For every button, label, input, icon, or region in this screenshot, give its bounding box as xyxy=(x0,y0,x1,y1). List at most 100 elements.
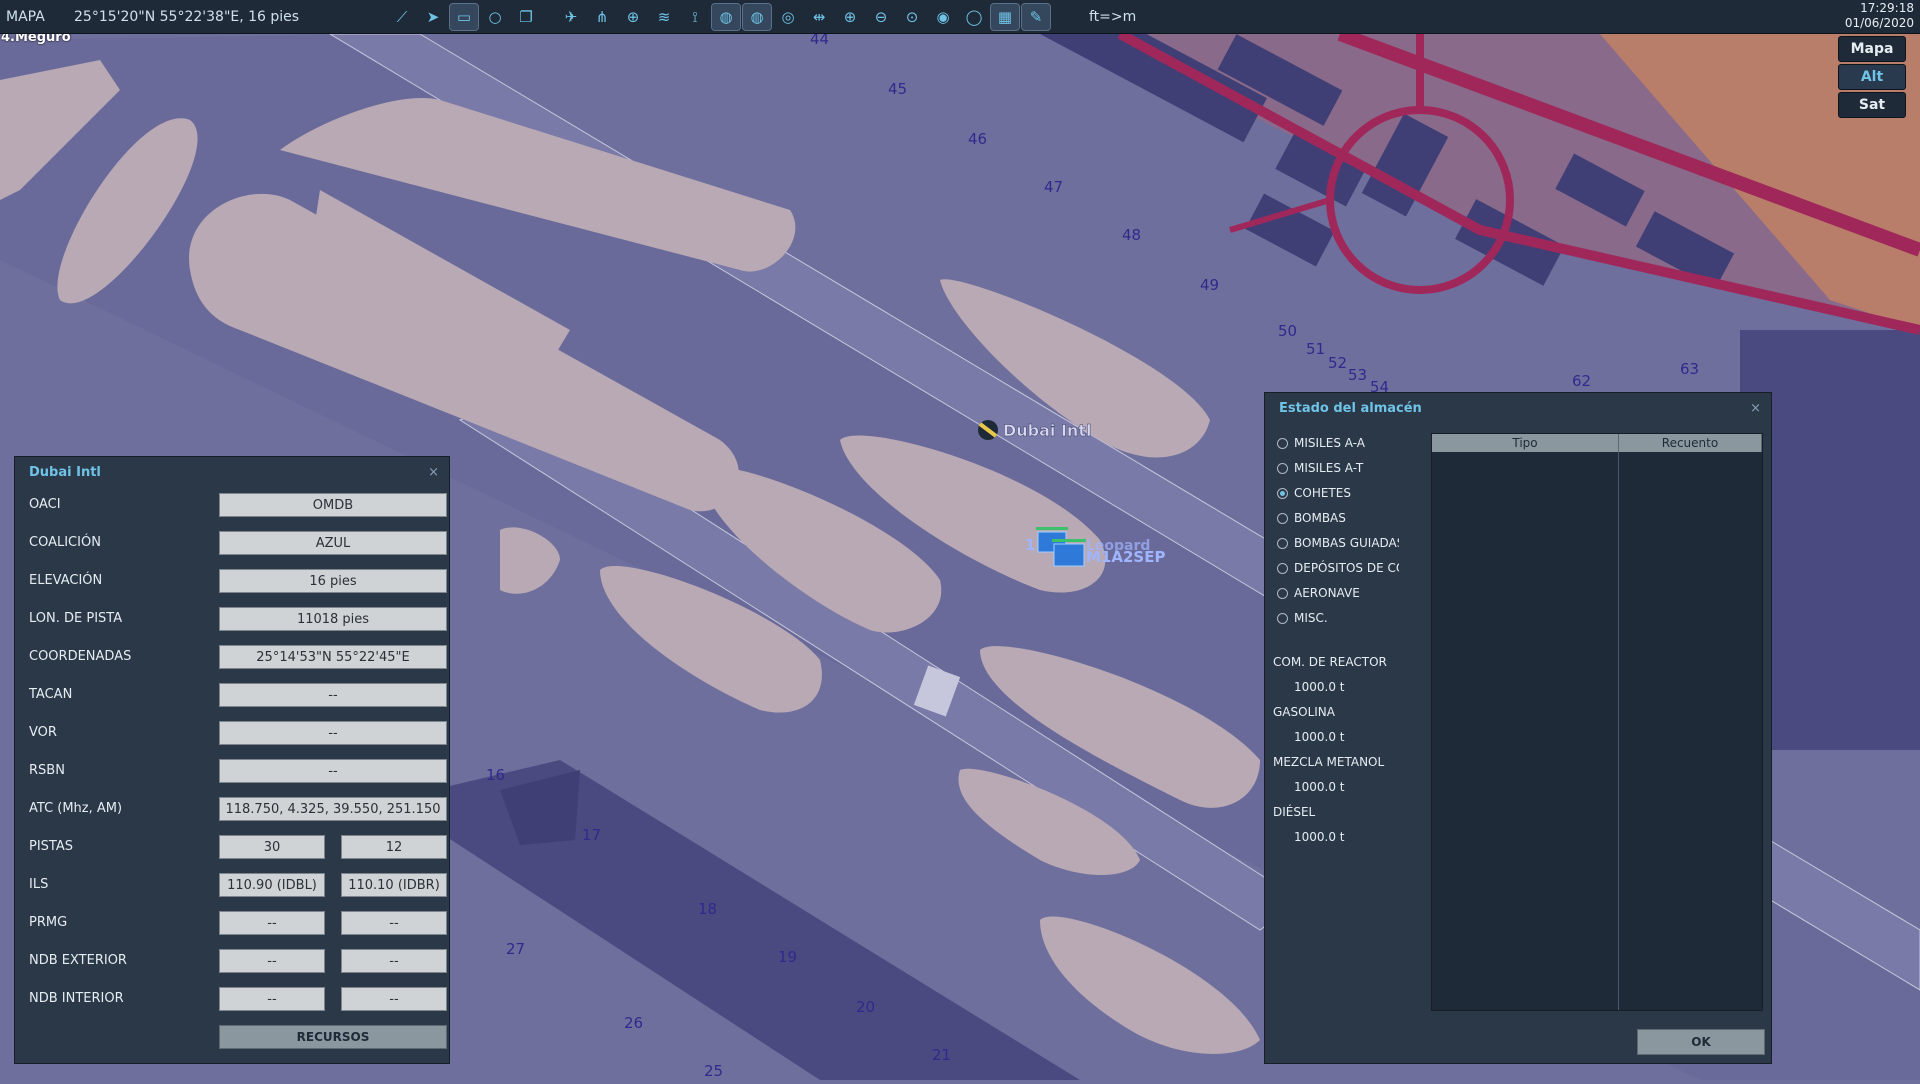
field-value: -- xyxy=(219,759,447,783)
category-radio-cohetes[interactable]: COHETES xyxy=(1277,483,1399,503)
field-label: NDB INTERIOR xyxy=(29,991,124,1006)
field-value: 12 xyxy=(341,835,447,859)
fuel-value: 1000.0 t xyxy=(1294,830,1345,844)
category-radio-misiles-at[interactable]: MISILES A-T xyxy=(1277,458,1399,478)
route-icon[interactable]: ⟋ xyxy=(388,4,416,30)
category-radio-misiles-aa[interactable]: MISILES A-A xyxy=(1277,433,1399,453)
fuel-name: GASOLINA xyxy=(1273,705,1335,719)
map-number: 19 xyxy=(778,948,797,966)
close-icon[interactable]: × xyxy=(428,465,439,480)
map-number: 48 xyxy=(1122,226,1141,244)
field-row-vor: VOR -- xyxy=(29,721,447,747)
radio-icon[interactable] xyxy=(1277,612,1288,624)
map-mode-sat-button[interactable]: Sat xyxy=(1838,92,1906,118)
panel-header: Estado del almacén × xyxy=(1265,393,1771,423)
pencil-icon[interactable]: ✎ xyxy=(1021,2,1051,31)
field-row-coalicion: COALICIÓN AZUL xyxy=(29,531,447,557)
unit-label-m1a2sep: M1A2SEP xyxy=(1086,548,1165,566)
unit-health-bar xyxy=(1052,539,1086,542)
radar-icon[interactable]: ◉ xyxy=(929,4,957,30)
unit-icon[interactable] xyxy=(1053,543,1085,567)
target-icon[interactable]: ⊕ xyxy=(619,4,647,30)
wifi-icon[interactable]: ≋ xyxy=(650,4,678,30)
zoom-in-icon[interactable]: ⊕ xyxy=(836,4,864,30)
layers-icon[interactable]: ❐ xyxy=(512,4,540,30)
pan-icon[interactable]: ⇹ xyxy=(805,4,833,30)
field-label: TACAN xyxy=(29,687,73,702)
radio-label: MISILES A-T xyxy=(1294,461,1364,475)
globe-icon[interactable]: ◯ xyxy=(960,4,988,30)
field-row-atc: ATC (Mhz, AM) 118.750, 4.325, 39.550, 25… xyxy=(29,797,447,823)
panel-header: Dubai Intl × xyxy=(15,457,449,487)
field-value: -- xyxy=(219,721,447,745)
warehouse-status-panel: Estado del almacén × MISILES A-A MISILES… xyxy=(1264,392,1772,1064)
circle-icon[interactable]: ○ xyxy=(481,4,509,30)
field-value: -- xyxy=(341,911,447,935)
field-value: AZUL xyxy=(219,531,447,555)
grid-icon[interactable]: ▦ xyxy=(990,2,1020,31)
field-value: 110.90 (IDBL) xyxy=(219,873,325,897)
unit-toggle[interactable]: ft=>m xyxy=(1089,9,1136,25)
cursor-coordinates: 25°15'20"N 55°22'38"E, 16 pies xyxy=(74,8,300,25)
field-row-ndb-exterior: NDB EXTERIOR -- -- xyxy=(29,949,447,975)
fuel-name: DIÉSEL xyxy=(1273,805,1316,819)
map-mode-alt-button[interactable]: Alt xyxy=(1838,64,1906,90)
column-header-recuento[interactable]: Recuento xyxy=(1619,434,1762,452)
category-radio-depositos[interactable]: DEPÓSITOS DE COMBUSTIBLE xyxy=(1277,558,1399,578)
map-number: 52 xyxy=(1328,354,1347,372)
radio-label: BOMBAS xyxy=(1294,511,1346,525)
radio-label: AERONAVE xyxy=(1294,586,1360,600)
field-row-pistas: PISTAS 30 12 xyxy=(29,835,447,861)
field-value: 16 pies xyxy=(219,569,447,593)
radio-label: COHETES xyxy=(1294,486,1351,500)
zoom-reset-icon[interactable]: ⊙ xyxy=(898,4,926,30)
radio-icon[interactable] xyxy=(1277,537,1288,549)
tower-icon[interactable]: ⟟ xyxy=(681,4,709,30)
field-label: OACI xyxy=(29,497,61,512)
category-radio-bombas-guiadas[interactable]: BOMBAS GUIADAS xyxy=(1277,533,1399,553)
category-radio-misc[interactable]: MISC. xyxy=(1277,608,1399,628)
clock: 17:29:18 01/06/2020 xyxy=(1845,1,1914,31)
search-area-3-icon[interactable]: ◎ xyxy=(774,4,802,30)
category-radio-aeronave[interactable]: AERONAVE xyxy=(1277,583,1399,603)
inventory-table[interactable]: Tipo Recuento xyxy=(1431,433,1763,1011)
category-radio-bombas[interactable]: BOMBAS xyxy=(1277,508,1399,528)
panel-title: Estado del almacén xyxy=(1279,400,1422,416)
ruler-icon[interactable]: ▭ xyxy=(449,2,479,31)
fuel-value: 1000.0 t xyxy=(1294,780,1345,794)
close-icon[interactable]: × xyxy=(1750,401,1761,416)
waypoint-icon[interactable]: ➤ xyxy=(419,4,447,30)
zoom-out-icon[interactable]: ⊖ xyxy=(867,4,895,30)
field-row-rsbn: RSBN -- xyxy=(29,759,447,785)
field-label: PISTAS xyxy=(29,839,74,854)
field-value: -- xyxy=(219,911,325,935)
fuel-value: 1000.0 t xyxy=(1294,730,1345,744)
search-area-icon[interactable]: ◍ xyxy=(711,2,741,31)
column-header-tipo[interactable]: Tipo xyxy=(1432,434,1619,452)
field-value: 25°14'53"N 55°22'45"E xyxy=(219,645,447,669)
map-number: 17 xyxy=(582,826,601,844)
field-row-oaci: OACI OMDB xyxy=(29,493,447,519)
aircraft-icon[interactable]: ✈ xyxy=(557,4,585,30)
field-value: 118.750, 4.325, 39.550, 251.150 xyxy=(219,797,447,821)
field-row-lon-pista: LON. DE PISTA 11018 pies xyxy=(29,607,447,633)
radio-icon[interactable] xyxy=(1277,562,1288,574)
field-label: COALICIÓN xyxy=(29,535,101,550)
radio-icon[interactable] xyxy=(1277,462,1288,474)
radio-icon[interactable] xyxy=(1277,437,1288,449)
toolbar: ⟋ ➤ ▭ ○ ❐ ✈ ⋔ ⊕ ≋ ⟟ ◍ ◍ ◎ ⇹ ⊕ ⊖ ⊙ ◉ ◯ ▦ … xyxy=(388,2,1053,31)
network-icon[interactable]: ⋔ xyxy=(588,4,616,30)
map-number: 46 xyxy=(968,130,987,148)
field-label: ILS xyxy=(29,877,49,892)
radio-label: MISC. xyxy=(1294,611,1328,625)
radio-selected-icon[interactable] xyxy=(1277,487,1288,499)
resources-button[interactable]: RECURSOS xyxy=(219,1025,447,1049)
unit-number: 1 xyxy=(1025,536,1035,554)
search-area-2-icon[interactable]: ◍ xyxy=(742,2,772,31)
map-mode-mapa-button[interactable]: Mapa xyxy=(1838,36,1906,62)
radio-icon[interactable] xyxy=(1277,587,1288,599)
clock-time: 17:29:18 xyxy=(1860,1,1914,15)
airport-marker[interactable]: Dubai Intl xyxy=(978,420,1092,440)
ok-button[interactable]: OK xyxy=(1637,1029,1765,1055)
radio-icon[interactable] xyxy=(1277,512,1288,524)
